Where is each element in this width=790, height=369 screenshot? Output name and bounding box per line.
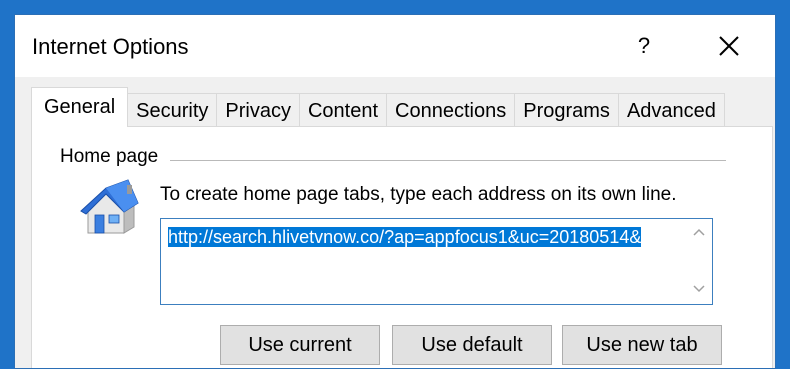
vertical-scrollbar[interactable] (685, 219, 712, 304)
help-button[interactable]: ? (627, 29, 661, 63)
scroll-down-button[interactable] (685, 280, 712, 302)
general-tab-panel: Home page To create home page tabs, type… (31, 126, 773, 368)
tab-advanced[interactable]: Advanced (617, 93, 725, 127)
chevron-down-icon (692, 285, 705, 293)
tab-connections[interactable]: Connections (386, 93, 516, 127)
tab-security[interactable]: Security (127, 93, 218, 127)
house-icon (80, 179, 139, 234)
url-text: http://search.hlivetvnow.co/?ap=appfocus… (168, 225, 673, 249)
group-divider (170, 160, 726, 161)
tab-content[interactable]: Content (298, 93, 388, 127)
home-page-url-textarea[interactable]: http://search.hlivetvnow.co/?ap=appfocus… (160, 218, 713, 305)
use-default-button[interactable]: Use default (392, 325, 552, 365)
use-new-tab-button[interactable]: Use new tab (562, 325, 722, 365)
tab-privacy[interactable]: Privacy (216, 93, 300, 127)
dialog-body: General Security Privacy Content Connect… (15, 77, 775, 368)
tab-general[interactable]: General (31, 87, 129, 127)
selected-url: http://search.hlivetvnow.co/?ap=appfocus… (168, 227, 642, 247)
title-bar: Internet Options ? (15, 15, 775, 77)
internet-options-dialog: Internet Options ? General Security Priv… (14, 14, 776, 369)
close-button[interactable] (709, 29, 749, 63)
tab-programs[interactable]: Programs (514, 93, 619, 127)
window-title: Internet Options (32, 34, 189, 59)
use-current-button[interactable]: Use current (220, 325, 380, 365)
close-icon (719, 36, 739, 56)
tab-strip: General Security Privacy Content Connect… (31, 87, 725, 127)
home-page-group-label: Home page (60, 146, 165, 168)
chevron-up-icon (692, 228, 705, 236)
scroll-up-button[interactable] (685, 223, 712, 245)
home-page-instruction: To create home page tabs, type each addr… (160, 184, 677, 205)
